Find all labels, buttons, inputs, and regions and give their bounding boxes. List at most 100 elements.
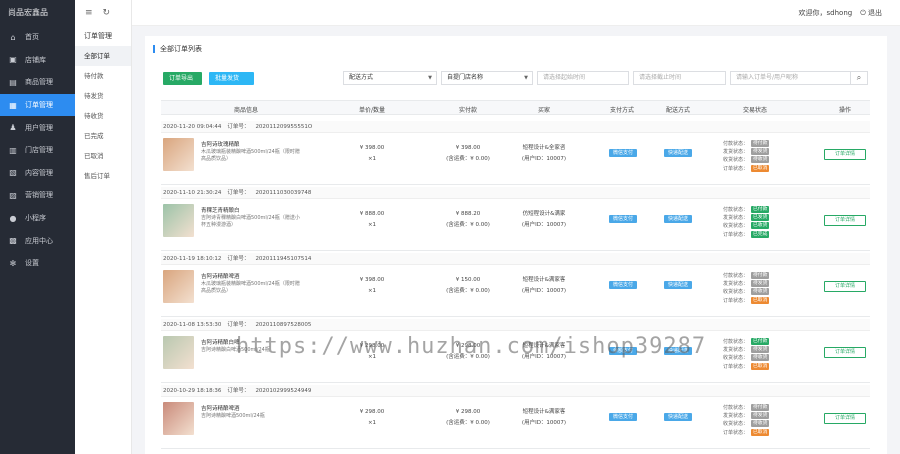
sidebar-item-2[interactable]: ▤ 商品管理 <box>0 71 75 94</box>
end-date-input[interactable]: 请选择截止时间 <box>633 71 726 85</box>
sidebar-item-10[interactable]: ✻ 设置 <box>0 252 75 275</box>
order-detail-button[interactable]: 订单详情 <box>824 149 866 160</box>
order-row: 2020-11-08 13:53:30 订单号： 2020110897528005 吉… <box>161 319 870 383</box>
sidebar-item-1[interactable]: ▣ 店铺库 <box>0 49 75 72</box>
submenu-item-3[interactable]: 待收货 <box>75 106 131 126</box>
sidebar-item-label: 小程序 <box>25 214 46 223</box>
export-orders-button[interactable]: 订单导出 <box>163 72 202 85</box>
state-label: 订单状态： <box>722 429 748 436</box>
sidebar-item-label: 订单管理 <box>25 101 53 110</box>
order-detail-button[interactable]: 订单详情 <box>824 347 866 358</box>
product-name[interactable]: 吉阿诗精酿白啤 <box>201 340 296 347</box>
search-button[interactable]: ⌕ <box>850 71 868 85</box>
state-row: 发货状态： 待发货 <box>721 279 791 287</box>
unit-price: ¥ 398.00 ×1 <box>357 143 387 165</box>
product-name[interactable]: 吉阿诗玫瑰精酿 <box>201 142 296 149</box>
user-icon: ♟ <box>9 123 17 133</box>
pickup-store-value: 自提门店名称 <box>447 74 484 81</box>
search-input[interactable]: 请输入订单号/用户昵称 <box>730 71 851 85</box>
freight: (含运费：¥ 0.00) <box>446 354 490 360</box>
freight: (含运费：¥ 0.00) <box>446 222 490 228</box>
state-badge: 已付款 <box>751 205 770 213</box>
content-icon: ▧ <box>9 168 17 178</box>
state-row: 发货状态： 待发货 <box>721 147 791 155</box>
refresh-icon[interactable]: ↻ <box>103 8 111 18</box>
paid-value: ¥ 150.00 <box>455 277 481 283</box>
state-row: 收货状态： 待收货 <box>721 288 791 296</box>
trade-status: 付款状态： 已付款 发货状态： 待发货 收货状态： 待收货 订单状态： 已取消 <box>721 337 791 370</box>
state-label: 付款状态： <box>722 140 748 147</box>
freight: (含运费：¥ 0.00) <box>446 420 490 426</box>
price-value: ¥ 398.00 <box>359 277 385 283</box>
paid-amount: ¥ 398.00 (含运费：¥ 0.00) <box>443 143 493 165</box>
start-date-input[interactable]: 请选择起始时间 <box>537 71 629 85</box>
sidebar-item-8[interactable]: ● 小程序 <box>0 207 75 230</box>
product-image[interactable] <box>163 270 194 303</box>
order-row: 2020-11-20 09:04:44 订单号： 202011209955551O 吉… <box>161 121 870 185</box>
state-badge: 待发货 <box>751 279 770 287</box>
product-name[interactable]: 青稞芝青精酿白 <box>201 208 296 215</box>
order-number: 2020111030039748 <box>255 190 312 196</box>
unit-price: ¥ 298.00 ×1 <box>357 407 387 429</box>
sidebar-item-5[interactable]: ▥ 门店管理 <box>0 139 75 162</box>
quantity: ×1 <box>367 420 377 426</box>
sidebar-item-3[interactable]: ▦ 订单管理 <box>0 93 75 117</box>
state-label: 发货状态： <box>722 346 748 353</box>
sidebar-item-9[interactable]: ▩ 应用中心 <box>0 229 75 252</box>
order-no-label: 订单号： <box>227 256 250 262</box>
sidebar-item-6[interactable]: ▧ 内容管理 <box>0 162 75 185</box>
sidebar-item-label: 商品管理 <box>25 78 53 87</box>
order-time: 2020-10-29 18:18:36 <box>163 388 222 394</box>
order-time: 2020-11-20 09:04:44 <box>163 124 222 130</box>
submenu-item-5[interactable]: 已取消 <box>75 146 131 166</box>
state-row: 订单状态： 已完成 <box>721 230 791 238</box>
payment-tag: 微信支付 <box>609 281 637 289</box>
shop-icon: ▣ <box>9 55 17 65</box>
shipping-tag: 快递配送 <box>664 149 692 157</box>
sidebar: 尚品宏鑫品 ⌂ 首页 ▣ 店铺库 ▤ 商品管理 ▦ 订单管理 ♟ 用户管理 ▥ 门店管理 ▧ 内容管理 ▨ 营… <box>0 0 75 454</box>
payment-tag: 微信支付 <box>609 149 637 157</box>
quantity: ×1 <box>367 354 377 360</box>
submenu-item-6[interactable]: 售后订单 <box>75 166 131 186</box>
sidebar-item-label: 用户管理 <box>25 123 53 132</box>
batch-ship-button[interactable]: 批量发货 <box>209 72 254 85</box>
order-detail-button[interactable]: 订单详情 <box>824 281 866 292</box>
sidebar-item-4[interactable]: ♟ 用户管理 <box>0 116 75 139</box>
chevron-down-icon: ▼ <box>428 75 432 81</box>
unit-price: ¥ 888.00 ×1 <box>357 209 387 231</box>
order-detail-button[interactable]: 订单详情 <box>824 215 866 226</box>
state-label: 收货状态： <box>722 289 748 296</box>
submenu-item-0[interactable]: 全部订单 <box>75 46 131 66</box>
buyer-info: 短程设计&满家客 (用户ID：10007) <box>509 407 579 429</box>
submenu-item-4[interactable]: 已完成 <box>75 126 131 146</box>
submenu-item-1[interactable]: 待付款 <box>75 66 131 86</box>
freight: (含运费：¥ 0.00) <box>446 156 490 162</box>
product-image[interactable] <box>163 138 194 171</box>
order-icon: ▦ <box>9 100 17 110</box>
logout-button[interactable]: ⏻ 退出 <box>860 8 882 18</box>
product-name[interactable]: 吉阿诗精酿啤酒 <box>201 274 296 281</box>
payment-tag: 微信支付 <box>609 215 637 223</box>
trade-status: 付款状态： 待付款 发货状态： 待发货 收货状态： 待收货 订单状态： 已取消 <box>721 403 791 436</box>
state-label: 收货状态： <box>722 157 748 164</box>
state-row: 收货状态： 已收货 <box>721 222 791 230</box>
product-name[interactable]: 吉阿诗精酿啤酒 <box>201 406 296 413</box>
order-detail-button[interactable]: 订单详情 <box>824 413 866 424</box>
state-row: 付款状态： 已付款 <box>721 205 791 213</box>
submenu-item-2[interactable]: 待发货 <box>75 86 131 106</box>
pickup-store-select[interactable]: 自提门店名称 ▼ <box>441 71 533 85</box>
product-image[interactable] <box>163 402 194 435</box>
state-label: 付款状态： <box>722 206 748 213</box>
order-header: 2020-10-29 18:18:36 订单号： 2020102999524949 <box>161 385 870 397</box>
store-icon: ▥ <box>9 145 17 155</box>
buyer-name: 短程设计&全家咨 <box>522 145 566 151</box>
product-image[interactable] <box>163 336 194 369</box>
state-badge: 已取消 <box>751 428 770 436</box>
menu-toggle-icon[interactable]: ≡ <box>85 8 93 18</box>
sidebar-item-7[interactable]: ▨ 营销管理 <box>0 184 75 207</box>
product-desc: 木瓜玻璃瓶装精酿啤酒500ml/24瓶（限时赠高品质饮品） <box>201 281 300 294</box>
buyer-info: 短程设计&满家客 (用户ID：10007) <box>509 341 579 363</box>
product-image[interactable] <box>163 204 194 237</box>
sidebar-item-0[interactable]: ⌂ 首页 <box>0 26 75 49</box>
delivery-method-select[interactable]: 配送方式 ▼ <box>343 71 437 85</box>
